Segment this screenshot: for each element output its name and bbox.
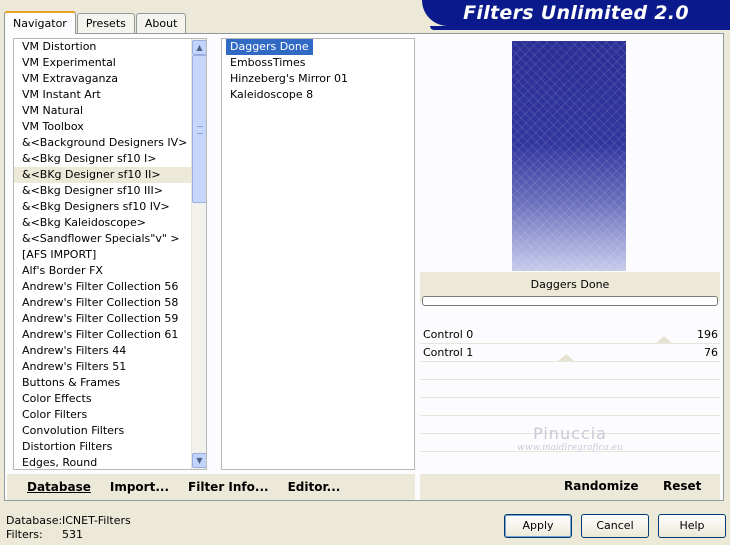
category-item[interactable]: VM Experimental (14, 55, 206, 71)
category-item[interactable]: Andrew's Filter Collection 59 (14, 311, 206, 327)
preview-pane: Daggers Done Control 0 196 Control 1 76 (420, 38, 720, 470)
banner-stripe (430, 26, 730, 30)
category-item[interactable]: [AFS IMPORT] (14, 247, 206, 263)
category-item[interactable]: VM Natural (14, 103, 206, 119)
category-item[interactable]: Andrew's Filters 44 (14, 343, 206, 359)
navigator-panel: VM Distortion VM Experimental VM Extravaga… (4, 33, 724, 501)
filter-preview-image (512, 41, 626, 271)
slider-track[interactable] (496, 354, 720, 362)
tab-about[interactable]: About (135, 13, 187, 33)
app-title: Filters Unlimited 2.0 (463, 2, 689, 24)
tab-navigator[interactable]: Navigator (4, 11, 76, 34)
preview-filter-name: Daggers Done (530, 278, 610, 291)
category-item[interactable]: VM Extravaganza (14, 71, 206, 87)
category-item[interactable]: Alf's Border FX (14, 263, 206, 279)
category-item[interactable]: Color Filters (14, 407, 206, 423)
control-row-empty (420, 380, 720, 398)
control-row-empty (420, 362, 720, 380)
watermark: Pinuccia www.maidiregrafica.eu (420, 424, 720, 453)
database-button[interactable]: Database (27, 480, 91, 494)
tab-bar: Navigator Presets About (4, 11, 187, 34)
reset-button[interactable]: Reset (663, 479, 701, 493)
progress-bar (422, 296, 718, 306)
footer-info: Database:ICNET-Filters Filters: 531 (6, 514, 131, 542)
scroll-up-button[interactable]: ▲ (192, 40, 206, 55)
import-button[interactable]: Import... (110, 480, 169, 494)
category-item[interactable]: Color Effects (14, 391, 206, 407)
database-value: ICNET-Filters (62, 514, 131, 527)
category-item[interactable]: &<Background Designers IV> (14, 135, 206, 151)
filters-label: Filters: (6, 528, 43, 541)
category-item[interactable]: Convolution Filters (14, 423, 206, 439)
category-item[interactable]: VM Toolbox (14, 119, 206, 135)
category-item[interactable]: Distortion Filters (14, 439, 206, 455)
category-item[interactable]: VM Distortion (14, 39, 206, 55)
scroll-thumb[interactable] (192, 55, 206, 203)
filter-item[interactable]: Kaleidoscope 8 (226, 87, 317, 103)
slider-thumb-icon[interactable] (558, 354, 574, 361)
cancel-button[interactable]: Cancel (581, 514, 649, 538)
watermark-name: Pinuccia (533, 424, 607, 443)
grip-icon (197, 126, 203, 134)
category-item[interactable]: Edges, Round (14, 455, 206, 469)
category-item[interactable]: &<Bkg Designer sf10 I> (14, 151, 206, 167)
category-item[interactable]: Andrew's Filters 51 (14, 359, 206, 375)
category-item[interactable]: Andrew's Filter Collection 58 (14, 295, 206, 311)
watermark-site: www.maidiregrafica.eu (517, 443, 623, 453)
apply-button[interactable]: Apply (504, 514, 572, 538)
control-row-1[interactable]: Control 1 76 (420, 344, 720, 362)
preview-toolbar: Randomize Reset (420, 474, 720, 500)
help-button[interactable]: Help (658, 514, 726, 538)
category-item[interactable]: &<Bkg Kaleidoscope> (14, 215, 206, 231)
category-item[interactable]: &<Bkg Designer sf10 III> (14, 183, 206, 199)
filter-info-button[interactable]: Filter Info... (188, 480, 269, 494)
category-list[interactable]: VM Distortion VM Experimental VM Extravaga… (13, 38, 207, 470)
filter-item[interactable]: Daggers Done (226, 39, 313, 55)
tab-presets[interactable]: Presets (76, 13, 135, 33)
category-item[interactable]: &<BKg Designer sf10 II> (14, 167, 206, 183)
filter-item[interactable]: EmbossTimes (226, 55, 310, 71)
category-items: VM Distortion VM Experimental VM Extravaga… (14, 39, 206, 469)
category-item[interactable]: VM Instant Art (14, 87, 206, 103)
control-label: Control 0 (423, 328, 474, 341)
category-item[interactable]: Andrew's Filter Collection 61 (14, 327, 206, 343)
slider-thumb-icon[interactable] (656, 336, 672, 343)
editor-button[interactable]: Editor... (288, 480, 341, 494)
randomize-button[interactable]: Randomize (564, 479, 638, 493)
control-row-empty (420, 398, 720, 416)
category-item[interactable]: Buttons & Frames (14, 375, 206, 391)
category-item[interactable]: Andrew's Filter Collection 56 (14, 279, 206, 295)
chevron-up-icon: ▲ (196, 43, 203, 52)
filter-item[interactable]: Hinzeberg's Mirror 01 (226, 71, 352, 87)
app-title-banner: Filters Unlimited 2.0 (422, 0, 730, 26)
chevron-down-icon: ▼ (196, 456, 203, 465)
filters-count: 531 (62, 528, 83, 541)
list-toolbar: Database Import... Filter Info... Editor… (7, 474, 415, 500)
filter-list[interactable]: Daggers Done EmbossTimes Hinzeberg's Mirro… (221, 38, 415, 470)
category-item[interactable]: &<Bkg Designers sf10 IV> (14, 199, 206, 215)
scroll-down-button[interactable]: ▼ (192, 453, 206, 468)
control-label: Control 1 (423, 346, 474, 359)
database-label: Database: (6, 514, 63, 527)
category-item[interactable]: &<Sandflower Specials"v" > (14, 231, 206, 247)
category-scrollbar[interactable]: ▲ ▼ (191, 39, 206, 469)
filter-items: Daggers Done EmbossTimes Hinzeberg's Mirro… (222, 39, 414, 103)
control-row-0[interactable]: Control 0 196 (420, 326, 720, 344)
